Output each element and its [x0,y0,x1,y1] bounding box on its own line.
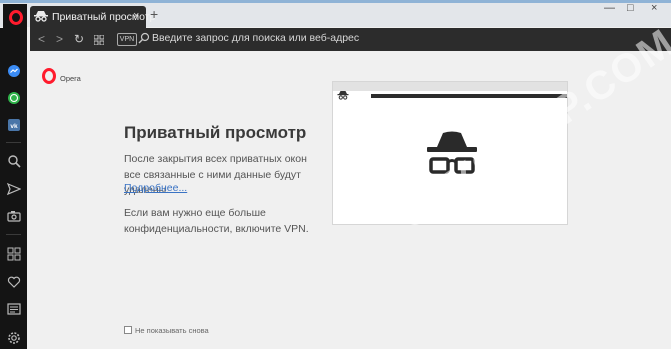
speed-dial-icon[interactable] [94,35,104,45]
toolbar: < > ↻ VPN Введите запрос для поиска или … [30,28,671,51]
brand-name: Opera [60,74,81,83]
illustration-tabbar [333,82,567,91]
settings-icon[interactable] [7,331,21,345]
forward-button[interactable]: > [56,32,63,46]
page-title: Приватный просмотр [124,123,307,142]
camera-icon[interactable] [7,209,21,223]
address-bar[interactable]: Введите запрос для поиска или веб-адрес [152,32,359,44]
sidebar: vk [0,28,27,349]
reload-button[interactable]: ↻ [74,32,84,46]
vpn-hint-text: Если вам нужно еще больше конфиденциальн… [124,207,309,235]
new-tab-button[interactable]: + [150,7,158,21]
learn-more-link[interactable]: Подробнее... [124,182,187,194]
title-accent [0,0,671,3]
svg-text:vk: vk [10,123,18,130]
opera-logo-icon [42,68,56,84]
illustration-addressbar [371,94,567,98]
vpn-badge[interactable]: VPN [117,33,137,46]
news-icon[interactable] [7,302,21,316]
minimize-button[interactable]: — [604,2,615,14]
whatsapp-icon[interactable] [7,91,21,105]
opera-menu-button[interactable] [3,4,27,29]
search-icon [138,32,150,44]
vk-icon[interactable]: vk [7,118,21,132]
heart-icon[interactable] [7,275,21,289]
search-icon[interactable] [7,154,21,168]
tab-bar: Приватный просмотр × + — □ × [0,0,671,28]
incognito-icon [337,91,349,100]
dont-show-label: Не показывать снова [135,326,209,335]
maximize-button[interactable]: □ [627,2,634,14]
sidebar-divider [6,234,21,235]
tab-private[interactable]: Приватный просмотр × [30,6,155,28]
send-icon[interactable] [7,182,21,196]
close-window-button[interactable]: × [651,2,657,14]
browser-window: Приватный просмотр × + — □ × < > ↻ VPN В… [0,0,671,349]
speed-dial-icon[interactable] [7,247,21,261]
tab-title: Приватный просмотр [52,11,156,23]
tab-close-button[interactable]: × [133,10,139,22]
dont-show-checkbox[interactable] [124,326,132,334]
incognito-icon [34,11,48,22]
opera-logo-icon [9,10,23,25]
dont-show-again[interactable]: Не показывать снова [124,326,209,335]
sidebar-divider [6,142,21,143]
back-button[interactable]: < [38,32,45,46]
messenger-icon[interactable] [7,64,21,78]
